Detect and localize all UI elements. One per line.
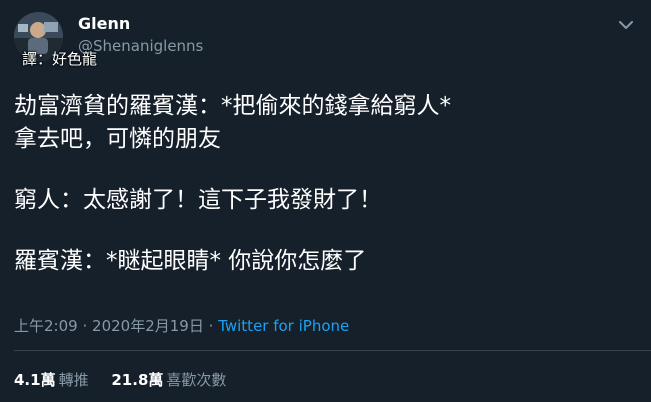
tweet-line: 窮人：太感謝了！這下子我發財了！ [14, 187, 382, 213]
chevron-down-icon[interactable] [615, 14, 637, 36]
tweet-date[interactable]: 2020年2月19日 [92, 317, 204, 335]
meta-separator: · [208, 317, 214, 335]
tweet-line: 拿去吧，可憐的朋友 [14, 126, 221, 152]
tweet-line: 劫富濟貧的羅賓漢：*把偷來的錢拿給窮人* [14, 93, 451, 119]
translator-note: 譯：好色龍 [22, 50, 98, 68]
tweet-line: 羅賓漢：*瞇起眼睛* 你說你怎麼了 [14, 248, 367, 274]
likes-label: 喜歡次數 [166, 371, 227, 389]
retweets-count: 4.1萬 [14, 371, 56, 389]
tweet-text: 劫富濟貧的羅賓漢：*把偷來的錢拿給窮人* 拿去吧，可憐的朋友 窮人：太感謝了！這… [14, 90, 634, 278]
retweets-stat[interactable]: 4.1萬 轉推 [14, 370, 89, 390]
meta-separator: · [82, 317, 88, 335]
tweet-stats: 4.1萬 轉推 21.8萬 喜歡次數 [14, 370, 244, 390]
display-name[interactable]: Glenn [78, 14, 130, 34]
divider [14, 350, 651, 351]
likes-stat[interactable]: 21.8萬 喜歡次數 [111, 370, 226, 390]
likes-count: 21.8萬 [111, 371, 164, 389]
tweet-time[interactable]: 上午2:09 [14, 317, 78, 335]
tweet-metadata: 上午2:09 · 2020年2月19日 · Twitter for iPhone [14, 316, 349, 336]
retweets-label: 轉推 [58, 371, 89, 389]
tweet-source-link[interactable]: Twitter for iPhone [218, 317, 349, 335]
